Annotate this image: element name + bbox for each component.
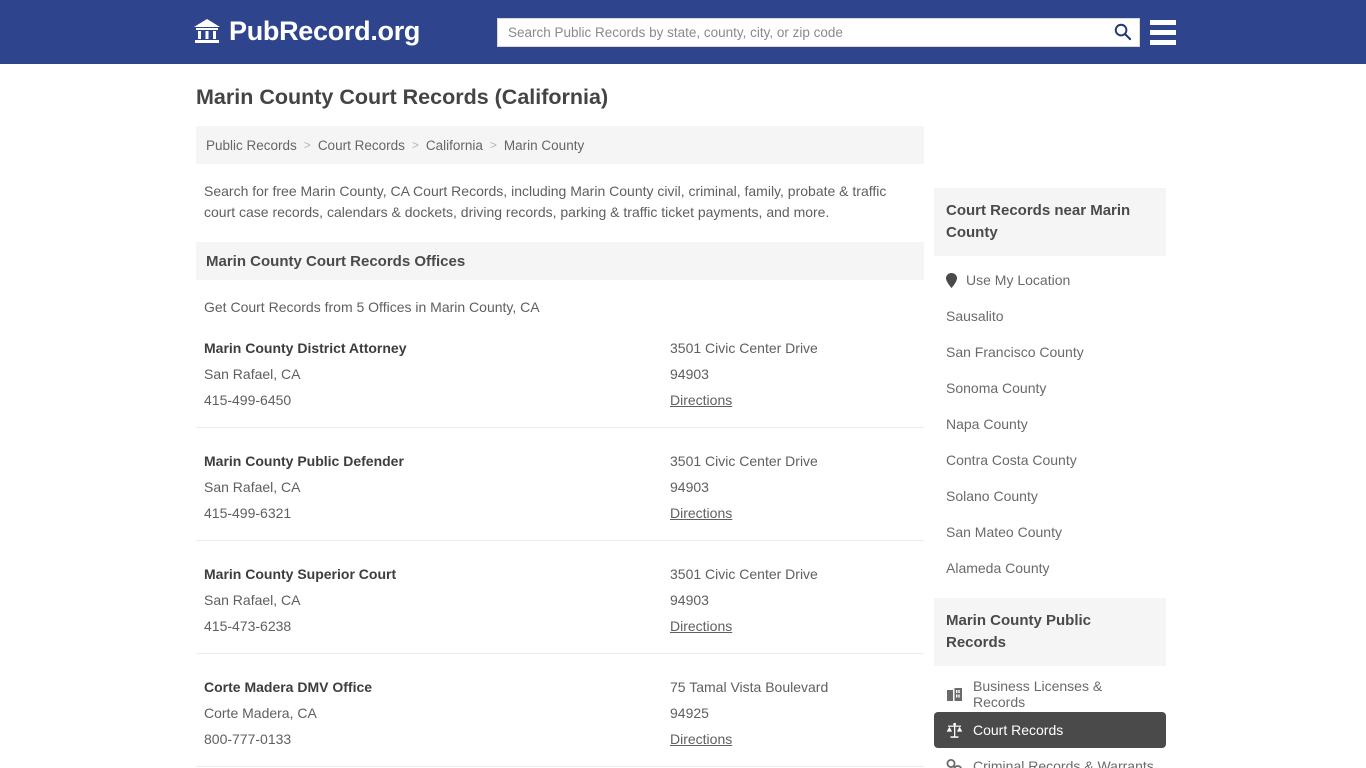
- sidebar-item-label: Use My Location: [966, 272, 1070, 288]
- office-address: 3501 Civic Center Drive 94903 Directions: [670, 448, 916, 526]
- office-phone: 800-777-0133: [204, 726, 670, 752]
- scales-icon: [946, 722, 963, 739]
- office-zip: 94903: [670, 587, 916, 613]
- sidebar-item-napa-county[interactable]: Napa County: [934, 406, 1166, 442]
- sidebar-item-label: Sausalito: [946, 308, 1004, 324]
- breadcrumb-item-california[interactable]: California: [426, 138, 483, 153]
- directions-link[interactable]: Directions: [670, 726, 732, 752]
- directions-link[interactable]: Directions: [670, 387, 732, 413]
- breadcrumb-item-public-records[interactable]: Public Records: [206, 138, 297, 153]
- sidebar-near-header: Court Records near Marin County: [934, 188, 1166, 256]
- sidebar-item-label: San Francisco County: [946, 344, 1084, 360]
- site-header: PubRecord.org: [0, 0, 1366, 64]
- site-logo-text: PubRecord.org: [229, 17, 420, 45]
- breadcrumb-item-marin-county: Marin County: [504, 138, 584, 153]
- office-address: 75 Tamal Vista Boulevard 94925 Direction…: [670, 674, 916, 752]
- sidebar-item-court-records[interactable]: Court Records: [934, 712, 1166, 748]
- office-details: Marin County Superior Court San Rafael, …: [204, 561, 670, 639]
- office-street: 75 Tamal Vista Boulevard: [670, 674, 916, 700]
- sidebar-item-business-licenses[interactable]: Business Licenses & Records: [934, 676, 1166, 712]
- office-name: Corte Madera DMV Office: [204, 674, 670, 700]
- sidebar-item-sausalito[interactable]: Sausalito: [934, 298, 1166, 334]
- office-address: 3501 Civic Center Drive 94903 Directions: [670, 335, 916, 413]
- sidebar-item-label: Court Records: [973, 722, 1063, 738]
- office-name: Marin County District Attorney: [204, 335, 670, 361]
- office-zip: 94903: [670, 361, 916, 387]
- search-input[interactable]: [498, 19, 1105, 46]
- breadcrumb-item-court-records[interactable]: Court Records: [318, 138, 405, 153]
- office-phone: 415-473-6238: [204, 613, 670, 639]
- sidebar-item-criminal-records[interactable]: Criminal Records & Warrants: [934, 748, 1166, 768]
- sidebar-item-san-francisco-county[interactable]: San Francisco County: [934, 334, 1166, 370]
- sidebar-item-contra-costa-county[interactable]: Contra Costa County: [934, 442, 1166, 478]
- site-logo-link[interactable]: PubRecord.org: [193, 17, 420, 45]
- main-content: Marin County Court Records (California) …: [196, 84, 924, 768]
- map-pin-icon: [946, 273, 957, 288]
- office-name: Marin County Public Defender: [204, 448, 670, 474]
- office-citystate: San Rafael, CA: [204, 587, 670, 613]
- page-body: Marin County Court Records (California) …: [0, 64, 1366, 768]
- sidebar-item-label: San Mateo County: [946, 524, 1062, 540]
- office-zip: 94903: [670, 474, 916, 500]
- directions-link[interactable]: Directions: [670, 613, 732, 639]
- sidebar: Court Records near Marin County Use My L…: [934, 188, 1166, 768]
- offices-count-note: Get Court Records from 5 Offices in Mari…: [204, 299, 916, 315]
- sidebar-item-sonoma-county[interactable]: Sonoma County: [934, 370, 1166, 406]
- hamburger-menu-icon[interactable]: [1150, 18, 1176, 46]
- office-zip: 94925: [670, 700, 916, 726]
- breadcrumb-separator: >: [490, 138, 497, 152]
- offices-list: Marin County District Attorney San Rafae…: [196, 315, 924, 768]
- sidebar-near-list: Use My Location Sausalito San Francisco …: [934, 262, 1166, 586]
- search-icon: [1113, 22, 1132, 44]
- table-row: Marin County Superior Court San Rafael, …: [196, 541, 924, 654]
- offices-section-header: Marin County Court Records Offices: [196, 242, 924, 280]
- table-row: Corte Madera DMV Office Corte Madera, CA…: [196, 654, 924, 767]
- sidebar-item-alameda-county[interactable]: Alameda County: [934, 550, 1166, 586]
- sidebar-item-use-my-location[interactable]: Use My Location: [934, 262, 1166, 298]
- directions-link[interactable]: Directions: [670, 500, 732, 526]
- sidebar-item-san-mateo-county[interactable]: San Mateo County: [934, 514, 1166, 550]
- page-intro-text: Search for free Marin County, CA Court R…: [204, 181, 916, 222]
- briefcase-icon: [946, 686, 963, 703]
- sidebar-item-label: Sonoma County: [946, 380, 1046, 396]
- sidebar-item-label: Criminal Records & Warrants: [973, 758, 1154, 768]
- sidebar-item-label: Napa County: [946, 416, 1028, 432]
- office-citystate: Corte Madera, CA: [204, 700, 670, 726]
- sidebar-item-label: Alameda County: [946, 560, 1050, 576]
- office-details: Marin County Public Defender San Rafael,…: [204, 448, 670, 526]
- table-row: Marin County Public Defender San Rafael,…: [196, 428, 924, 541]
- office-citystate: San Rafael, CA: [204, 361, 670, 387]
- search-button[interactable]: [1105, 19, 1139, 46]
- breadcrumb: Public Records > Court Records > Califor…: [196, 126, 924, 164]
- office-name: Marin County Superior Court: [204, 561, 670, 587]
- sidebar-item-label: Solano County: [946, 488, 1038, 504]
- hamburger-bar: [1150, 40, 1176, 45]
- sidebar-records-list: Business Licenses & Records Court Record…: [934, 676, 1166, 768]
- office-phone: 415-499-6450: [204, 387, 670, 413]
- search-bar: [497, 18, 1140, 47]
- sidebar-item-label: Business Licenses & Records: [973, 678, 1154, 710]
- handcuffs-icon: [946, 758, 963, 768]
- sidebar-item-label: Contra Costa County: [946, 452, 1077, 468]
- breadcrumb-separator: >: [412, 138, 419, 152]
- breadcrumb-separator: >: [304, 138, 311, 152]
- table-row: Marin County District Attorney San Rafae…: [196, 315, 924, 428]
- office-street: 3501 Civic Center Drive: [670, 448, 916, 474]
- bank-icon: [193, 18, 221, 44]
- office-citystate: San Rafael, CA: [204, 474, 670, 500]
- office-address: 3501 Civic Center Drive 94903 Directions: [670, 561, 916, 639]
- hamburger-bar: [1150, 30, 1176, 35]
- office-phone: 415-499-6321: [204, 500, 670, 526]
- hamburger-bar: [1150, 20, 1176, 25]
- office-details: Marin County District Attorney San Rafae…: [204, 335, 670, 413]
- office-street: 3501 Civic Center Drive: [670, 561, 916, 587]
- page-title: Marin County Court Records (California): [196, 84, 924, 110]
- sidebar-records-header: Marin County Public Records: [934, 598, 1166, 666]
- office-street: 3501 Civic Center Drive: [670, 335, 916, 361]
- sidebar-item-solano-county[interactable]: Solano County: [934, 478, 1166, 514]
- office-details: Corte Madera DMV Office Corte Madera, CA…: [204, 674, 670, 752]
